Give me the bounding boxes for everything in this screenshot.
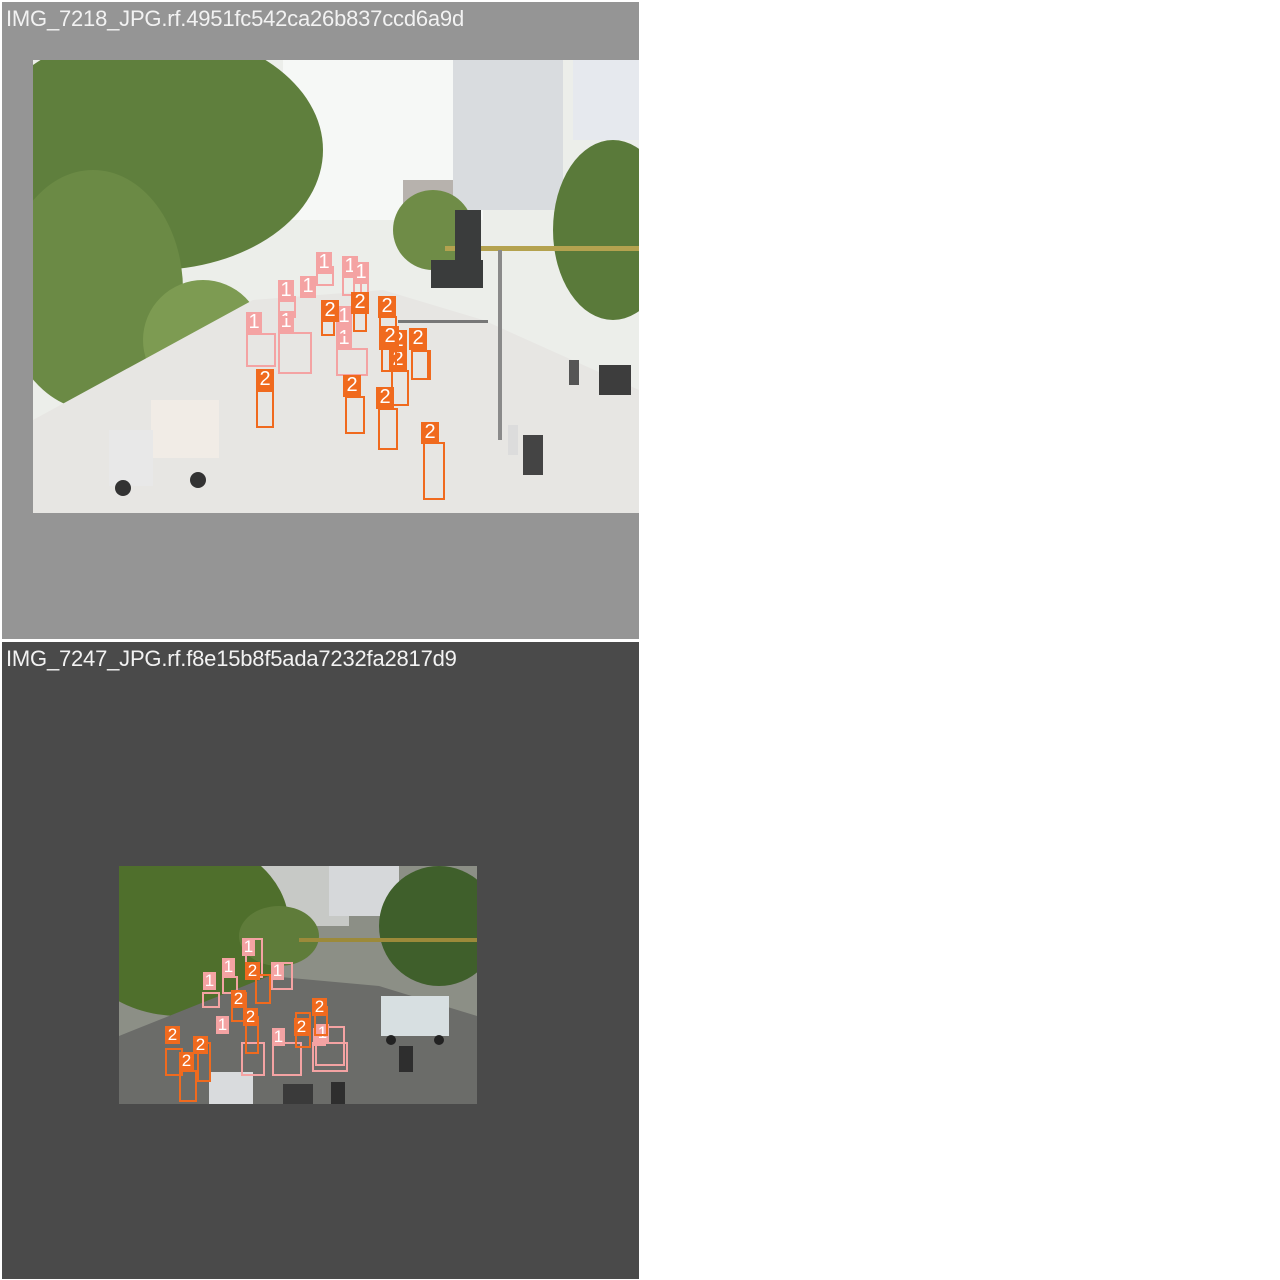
detection-box-class-2 bbox=[345, 396, 365, 434]
detection-label: 2 bbox=[256, 369, 274, 391]
detection-label: 1 bbox=[242, 937, 255, 956]
detection-label: 1 bbox=[278, 280, 294, 302]
detection-label: 2 bbox=[381, 326, 399, 348]
detection-label: 1 bbox=[246, 312, 262, 334]
detection-label: 2 bbox=[245, 962, 260, 980]
detection-label: 1 bbox=[300, 276, 316, 298]
detection-label: 2 bbox=[321, 300, 339, 322]
detection-label: 1 bbox=[353, 262, 369, 284]
detection-box-class-1 bbox=[278, 332, 312, 374]
detection-label: 2 bbox=[343, 375, 361, 397]
street-scene-illustration bbox=[33, 60, 639, 513]
detection-label: 2 bbox=[421, 422, 439, 444]
image-tile-2[interactable]: IMG_7247_JPG.rf.f8e15b8f5ada7232fa2817d9… bbox=[2, 642, 639, 1279]
detection-label: 2 bbox=[294, 1018, 309, 1036]
detection-label: 2 bbox=[378, 296, 396, 318]
detection-label: 2 bbox=[165, 1026, 180, 1044]
detection-label: 1 bbox=[203, 971, 216, 990]
detection-label: 1 bbox=[216, 1015, 229, 1034]
detection-box-class-1 bbox=[336, 348, 368, 376]
street-photo: 1 1 1 1 1 1 1 1 2 2 2 2 2 bbox=[119, 866, 477, 1104]
image-tile-1[interactable]: IMG_7218_JPG.rf.4951fc542ca26b837ccd6a9d bbox=[2, 2, 639, 639]
detection-label: 1 bbox=[271, 961, 284, 980]
detection-box-class-2 bbox=[411, 350, 429, 380]
detection-label: 2 bbox=[351, 292, 369, 314]
detection-label: 2 bbox=[409, 328, 427, 350]
detection-label: 2 bbox=[193, 1036, 208, 1054]
detection-box-class-2 bbox=[378, 408, 398, 450]
detection-label: 1 bbox=[272, 1027, 285, 1046]
detection-box-class-1 bbox=[246, 333, 276, 367]
detection-box-class-2 bbox=[423, 442, 445, 500]
detection-label: 2 bbox=[179, 1052, 194, 1070]
detection-box-class-2 bbox=[391, 370, 409, 406]
detection-box-class-2 bbox=[179, 1070, 197, 1102]
image-filename: IMG_7218_JPG.rf.4951fc542ca26b837ccd6a9d bbox=[6, 6, 464, 31]
street-photo: 1 1 1 1 1 1 1 1 1 2 2 2 2 2 2 2 2 2 2 bbox=[33, 60, 639, 513]
image-filename: IMG_7247_JPG.rf.f8e15b8f5ada7232fa2817d9 bbox=[6, 646, 457, 671]
detection-box-class-2 bbox=[256, 390, 274, 428]
detection-label: 2 bbox=[231, 990, 246, 1008]
detection-label: 2 bbox=[312, 998, 327, 1016]
detection-label: 1 bbox=[222, 957, 235, 976]
detection-label: 1 bbox=[316, 252, 332, 274]
detection-box-class-1 bbox=[202, 992, 220, 1008]
